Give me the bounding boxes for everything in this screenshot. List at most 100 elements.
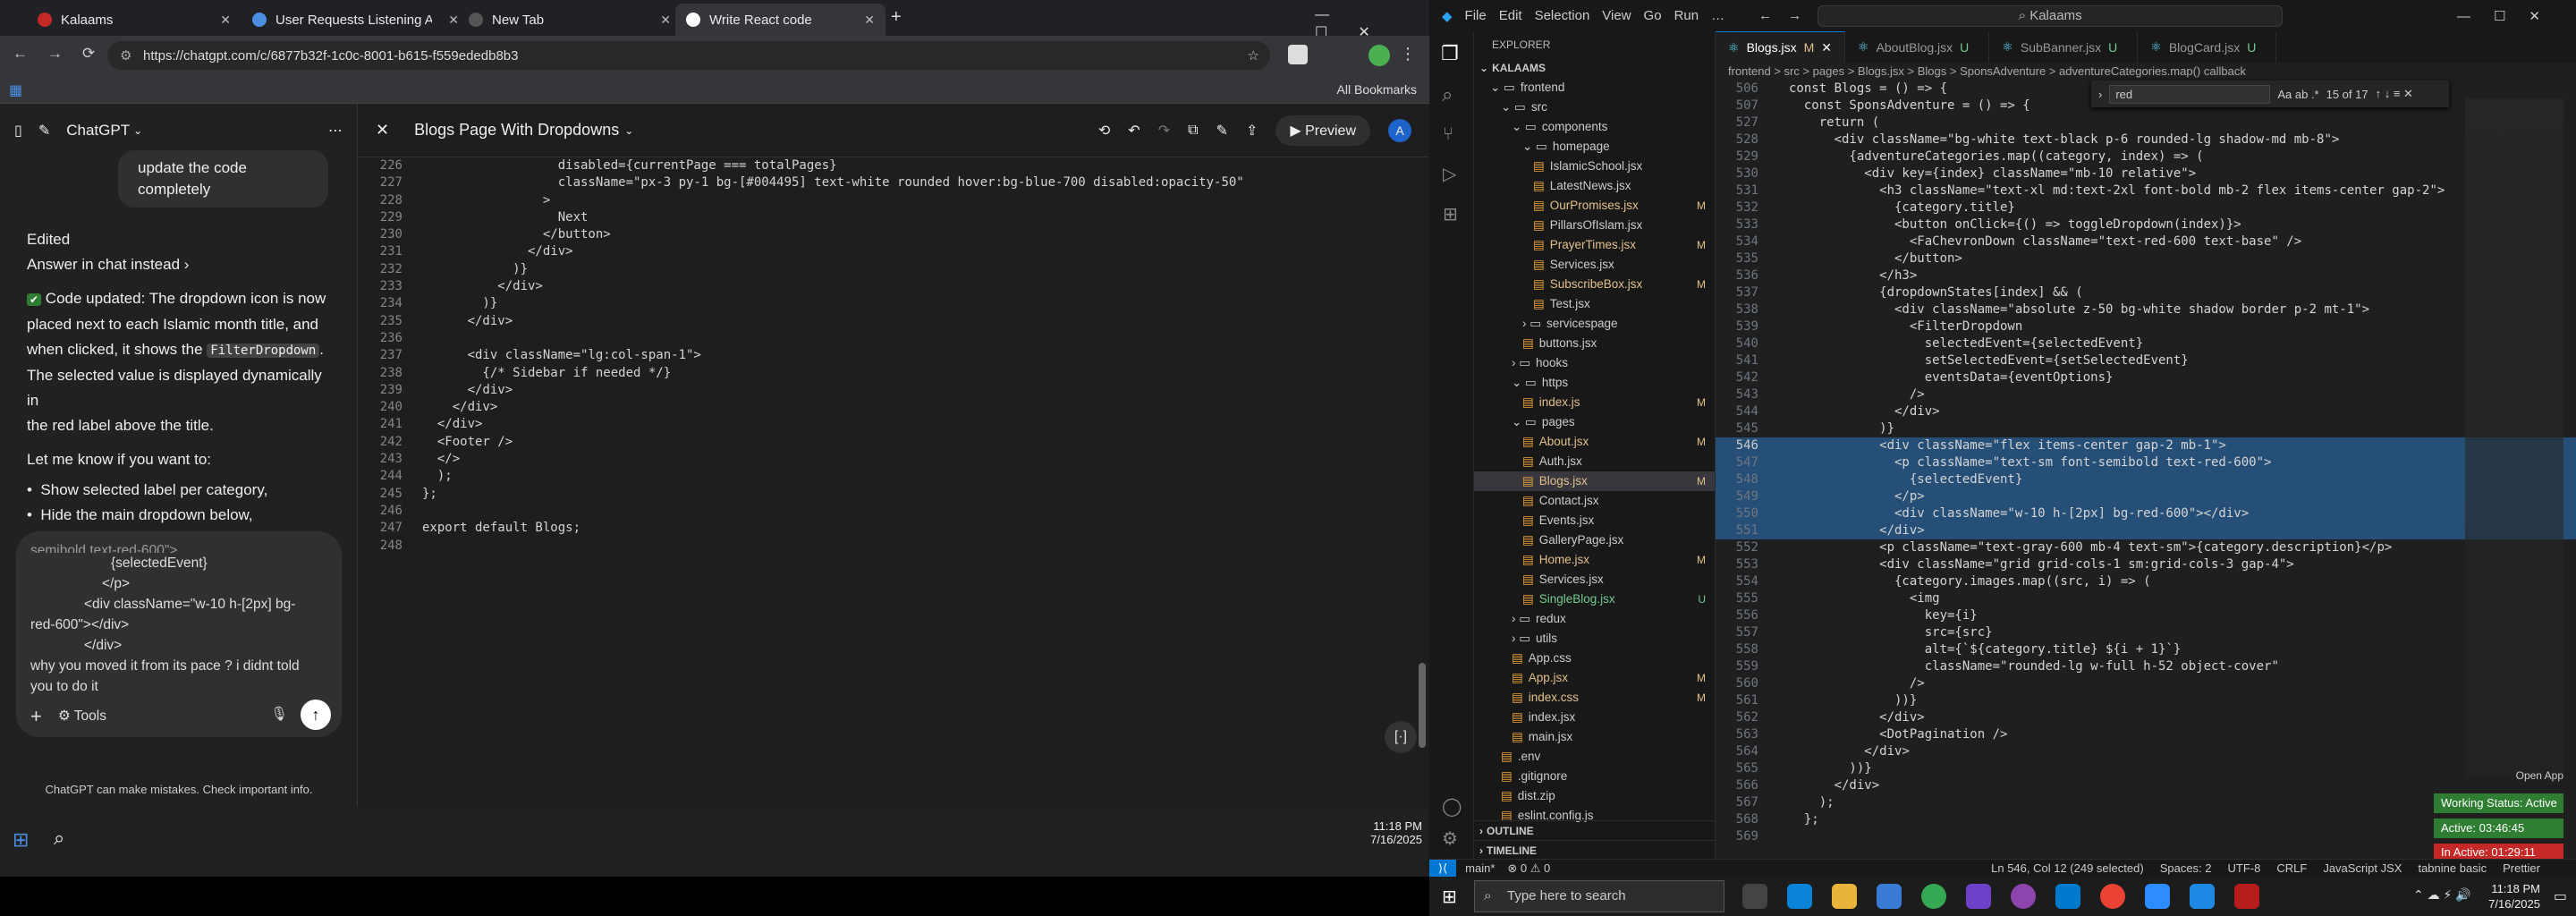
close-icon[interactable]: ✕ [864,13,875,28]
code-line[interactable]: 545 )} [1716,420,2576,437]
code-line[interactable]: 529 {adventureCategories.map((category, … [1716,148,2576,165]
file-item[interactable]: ▤ Blogs.jsx M [1474,471,1715,491]
file-item[interactable]: ▤ dist.zip [1474,786,1715,806]
code-line[interactable]: 562 </div> [1716,709,2576,726]
code-line[interactable]: 565 ))} [1716,760,2576,777]
profile-avatar[interactable] [1368,45,1390,66]
accounts-icon[interactable]: ◯ [1442,795,1462,818]
code-line[interactable]: 228 > [358,192,1429,209]
file-item[interactable]: ▤ Test.jsx [1474,294,1715,314]
menu-item[interactable]: Selection [1535,8,1590,23]
file-item[interactable]: ▤ App.jsx M [1474,668,1715,688]
answer-in-chat-link[interactable]: Answer in chat instead › [27,252,330,277]
editor-tab[interactable]: ⚛ AboutBlog.jsx U [1845,31,1990,63]
code-line[interactable]: 566 </div> [1716,777,2576,794]
code-line[interactable]: 236 [358,330,1429,347]
github-desktop-icon[interactable] [1966,884,1991,909]
share-icon[interactable]: ⇪ [1246,122,1258,140]
more-icon[interactable]: ⋯ [328,122,343,140]
tools-button[interactable]: ⚙ Tools [58,706,106,726]
file-explorer-icon[interactable] [1832,884,1857,909]
code-line[interactable]: 557 src={src} [1716,624,2576,641]
code-line[interactable]: 527 return ( [1716,114,2576,131]
code-line[interactable]: 241 </div> [358,416,1429,433]
file-item[interactable]: ▤ index.js M [1474,393,1715,412]
code-line[interactable]: 537 {dropdownStates[index] && ( [1716,284,2576,301]
language-mode[interactable]: JavaScript JSX [2323,861,2402,875]
code-line[interactable]: 554 {category.images.map((src, i) => ( [1716,573,2576,590]
code-line[interactable]: 558 alt={`${category.title} ${i + 1}`} [1716,641,2576,658]
left-clock[interactable]: 11:18 PM 7/16/2025 [1315,819,1422,846]
open-app-label[interactable]: Open App [2516,769,2563,782]
folder-item[interactable]: ⌄ ▭ homepage [1474,137,1715,157]
breadcrumb[interactable]: frontend > src > pages > Blogs.jsx > Blo… [1716,63,2576,81]
file-item[interactable]: ▤ Services.jsx [1474,570,1715,589]
code-line[interactable]: 544 </div> [1716,403,2576,420]
search-icon[interactable]: ⌕ [54,827,64,850]
file-item[interactable]: ▤ index.css M [1474,688,1715,708]
vscode-icon[interactable] [2055,884,2080,909]
chrome-icon[interactable] [1921,884,1946,909]
code-line[interactable]: 248 [358,538,1429,555]
menu-item[interactable]: Edit [1499,8,1522,23]
file-item[interactable]: ▤ Services.jsx [1474,255,1715,275]
send-button[interactable]: ↑ [301,700,331,730]
github-icon[interactable] [2011,884,2036,909]
problems-indicator[interactable]: ⊗ 0 ⚠ 0 [1507,861,1550,876]
canvas-code-area[interactable]: 226 disabled={currentPage === totalPages… [358,157,1429,784]
folder-item[interactable]: › ▭ servicespage [1474,314,1715,334]
folder-item[interactable]: ⌄ ▭ pages [1474,412,1715,432]
copy-icon[interactable]: ⧉ [1188,123,1198,139]
edit-icon[interactable]: ✎ [1216,122,1228,140]
file-item[interactable]: ▤ PrayerTimes.jsx M [1474,235,1715,255]
find-input[interactable]: red [2109,84,2271,104]
code-line[interactable]: 242 <Footer /> [358,434,1429,451]
cursor-position[interactable]: Ln 546, Col 12 (249 selected) [1991,861,2144,875]
preview-button[interactable]: ▶ Preview [1275,114,1370,146]
command-center[interactable]: ⌕ Kalaams [1818,4,2284,27]
file-item[interactable]: ▤ main.jsx [1474,727,1715,747]
code-line[interactable]: 226 disabled={currentPage === totalPages… [358,157,1429,174]
code-line[interactable]: 538 <div className="absolute z-50 bg-whi… [1716,301,2576,318]
app-title[interactable]: ChatGPT [66,122,130,140]
close-icon[interactable]: ✕ [1821,40,1832,55]
code-line[interactable]: 546 <div className="flex items-center ga… [1716,437,2576,454]
forward-icon[interactable]: → [1788,8,1801,23]
code-line[interactable]: 541 setSelectedEvent={setSelectedEvent} [1716,352,2576,369]
prettier-status[interactable]: Prettier [2503,861,2540,875]
tab-user-requests[interactable]: User Requests Listening Assista✕ [242,4,470,36]
file-item[interactable]: ▤ IslamicSchool.jsx [1474,157,1715,176]
file-item[interactable]: ▤ Auth.jsx [1474,452,1715,471]
composer[interactable]: semibold text-red-600"> {selectedEvent} … [16,531,342,737]
folder-item[interactable]: › ▭ utils [1474,629,1715,649]
folder-item[interactable]: ⌄ ▭ https [1474,373,1715,393]
code-line[interactable]: 551 </div> [1716,522,2576,539]
code-line[interactable]: 245}; [358,486,1429,503]
scrollbar[interactable] [1419,663,1426,748]
system-tray[interactable]: ⌃ ☁ ⚡ 🔊 [2413,887,2471,903]
code-line[interactable]: 560 /> [1716,675,2576,692]
remote-icon[interactable]: ⟩⟨ [1429,859,1457,878]
file-item[interactable]: ▤ App.css [1474,649,1715,668]
file-item[interactable]: ▤ Events.jsx [1474,511,1715,530]
code-line[interactable]: 528 <div className="bg-white text-black … [1716,131,2576,148]
nav-buttons[interactable]: ←→⟳ [13,45,114,63]
menu-item[interactable]: … [1711,8,1724,23]
code-line[interactable]: 233 </div> [358,278,1429,295]
file-item[interactable]: ▤ GalleryPage.jsx [1474,530,1715,550]
code-line[interactable]: 540 selectedEvent={selectedEvent} [1716,335,2576,352]
task-view-icon[interactable] [1742,884,1767,909]
code-line[interactable]: 240 </div> [358,399,1429,416]
run-debug-icon[interactable]: ▷ [1443,163,1473,185]
new-tab-button[interactable]: + [891,7,902,28]
chevron-down-icon[interactable]: ⌄ [133,124,142,137]
folder-item[interactable]: ⌄ ▭ components [1474,117,1715,137]
code-line[interactable]: 555 <img [1716,590,2576,607]
file-item[interactable]: ▤ .env [1474,747,1715,767]
code-line[interactable]: 564 </div> [1716,743,2576,760]
star-icon[interactable]: ☆ [1248,47,1259,64]
windows-start-icon[interactable]: ⊞ [13,828,29,852]
find-nav[interactable]: ↑ ↓ ≡ ✕ [2376,87,2413,101]
code-line[interactable]: 235 </div> [358,313,1429,330]
folder-item[interactable]: › ▭ redux [1474,609,1715,629]
